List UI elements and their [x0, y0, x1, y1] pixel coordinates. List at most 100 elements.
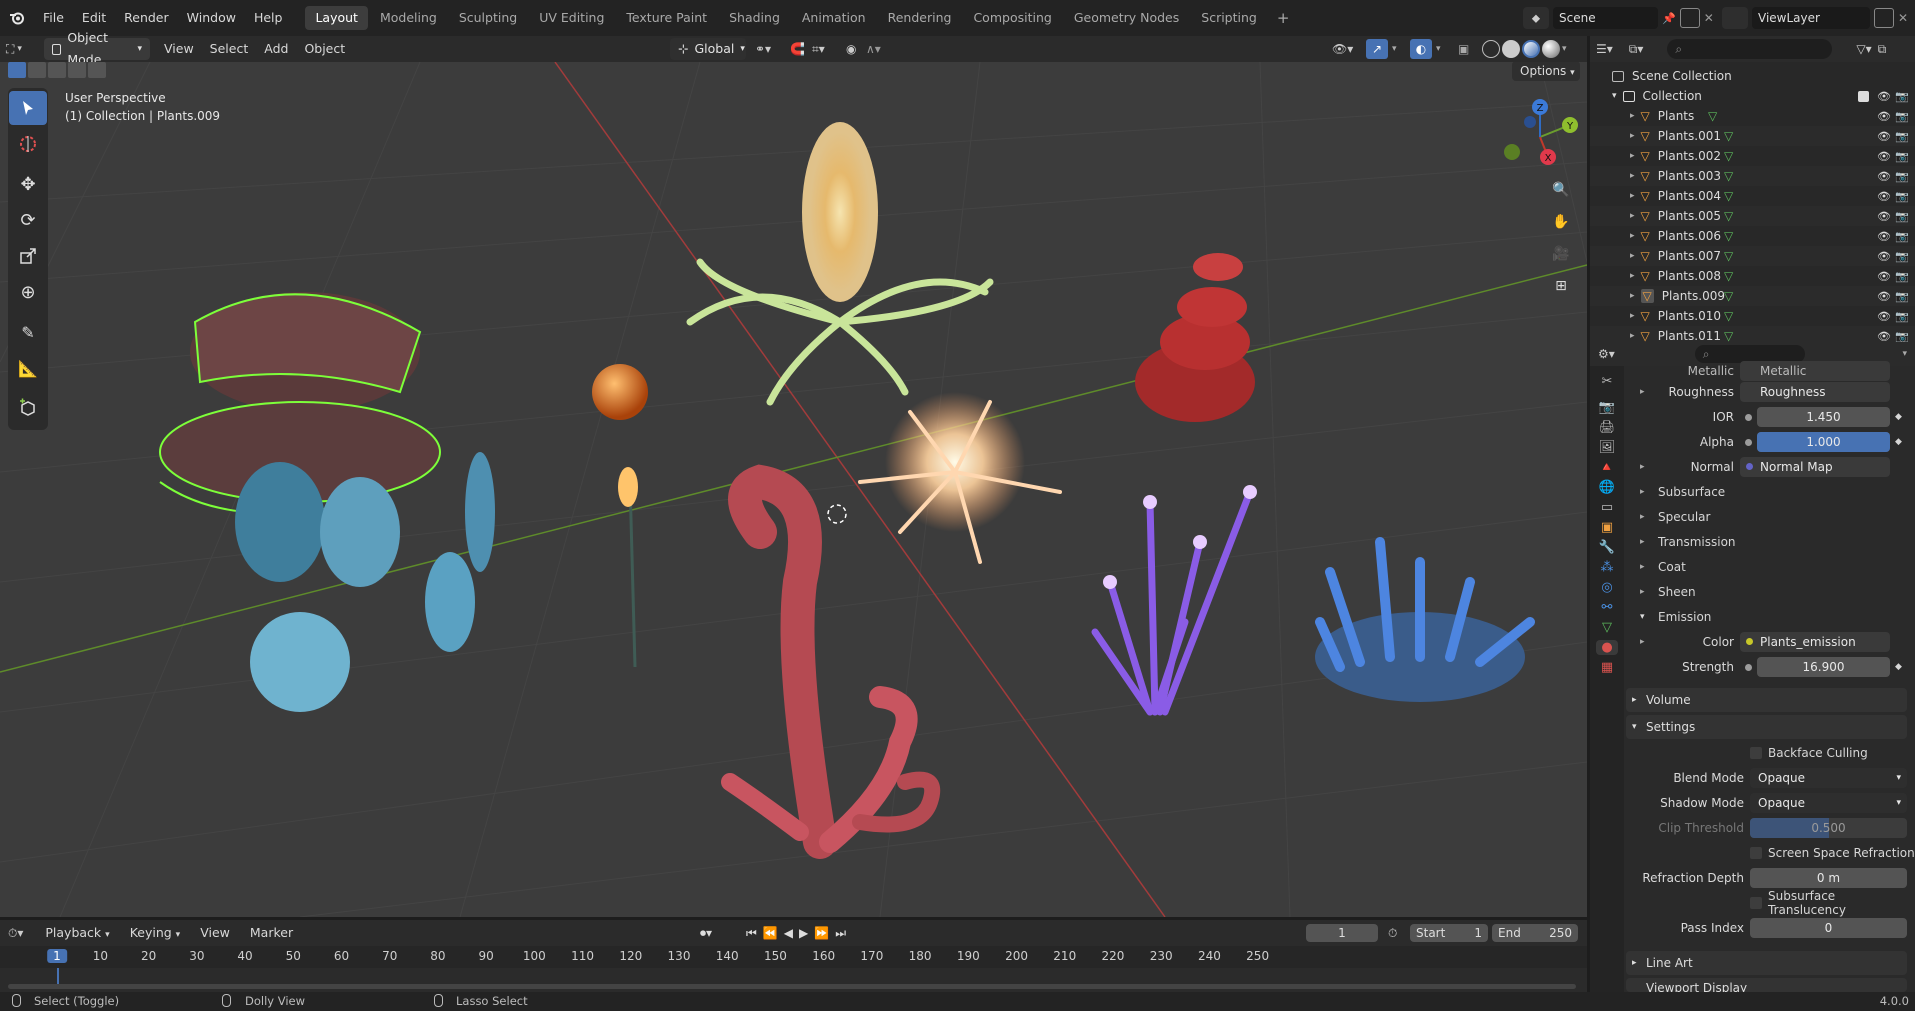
- eye-icon[interactable]: 👁: [1877, 110, 1891, 123]
- strength-field[interactable]: 16.900: [1757, 657, 1890, 677]
- outliner-object-row[interactable]: ▸ ▽ Plants.009 ▽ 👁 📷: [1590, 286, 1915, 306]
- expand-icon[interactable]: ▸: [1630, 231, 1635, 241]
- outliner-search-input[interactable]: ⌕: [1667, 39, 1833, 59]
- expand-icon[interactable]: ▸: [1640, 562, 1645, 572]
- new-scene-icon[interactable]: [1679, 8, 1700, 28]
- include-checkbox[interactable]: [1858, 90, 1869, 102]
- volume-panel[interactable]: ▸ Volume: [1626, 688, 1907, 712]
- mesh-data-icon[interactable]: ▽: [1724, 309, 1733, 323]
- mesh-data-icon[interactable]: ▽: [1708, 109, 1717, 123]
- expand-icon[interactable]: ▸: [1630, 251, 1635, 261]
- current-frame-marker[interactable]: 1: [47, 949, 67, 963]
- keying-menu[interactable]: Keying ▾: [122, 922, 189, 944]
- xray-icon[interactable]: ▣: [1458, 42, 1469, 56]
- select-intersect-icon[interactable]: [88, 62, 106, 78]
- expand-icon[interactable]: ▸: [1630, 191, 1635, 201]
- mesh-data-icon[interactable]: ▽: [1724, 189, 1733, 203]
- add-workspace-icon[interactable]: +: [1269, 9, 1298, 27]
- mode-dropdown[interactable]: Object Mode ▾: [44, 30, 150, 67]
- scale-tool-icon[interactable]: [9, 239, 47, 273]
- viewlayer-field[interactable]: ViewLayer: [1752, 7, 1870, 29]
- roughness-field[interactable]: Roughness: [1740, 382, 1890, 402]
- view-menu[interactable]: View: [156, 38, 202, 60]
- refraction-depth-field[interactable]: 0 m: [1750, 868, 1907, 888]
- eye-icon[interactable]: 👁: [1877, 290, 1891, 303]
- render-camera-icon[interactable]: 📷: [1895, 170, 1909, 183]
- mesh-data-icon[interactable]: ▽: [1724, 149, 1733, 163]
- filter-icon[interactable]: ▽▾: [1856, 42, 1871, 56]
- tab-sculpting[interactable]: Sculpting: [449, 6, 527, 30]
- play-icon[interactable]: ▶: [799, 926, 808, 941]
- end-frame-field[interactable]: End 250: [1492, 924, 1578, 942]
- render-camera-icon[interactable]: 📷: [1895, 130, 1909, 143]
- eye-icon[interactable]: 👁: [1877, 190, 1891, 203]
- pass-index-field[interactable]: 0: [1750, 918, 1907, 938]
- pin-icon[interactable]: 📌: [1662, 12, 1676, 25]
- select-extend-icon[interactable]: [28, 62, 46, 78]
- delete-viewlayer-icon[interactable]: ✕: [1898, 11, 1908, 25]
- select-invert-icon[interactable]: [68, 62, 86, 78]
- blend-mode-dropdown[interactable]: Opaque ▾: [1750, 768, 1907, 788]
- expand-icon[interactable]: ▸: [1630, 211, 1635, 221]
- render-camera-icon[interactable]: 📷: [1895, 90, 1909, 103]
- outliner-object-row[interactable]: ▸ ▽ Plants.007 ▽ 👁 📷: [1590, 246, 1915, 266]
- section-row-subsurface[interactable]: ▸ Subsurface: [1590, 481, 1915, 503]
- render-camera-icon[interactable]: 📷: [1895, 330, 1909, 343]
- render-camera-icon[interactable]: 📷: [1895, 290, 1909, 303]
- snap-target-icon[interactable]: ⌗▾: [812, 42, 825, 57]
- expand-icon[interactable]: ▸: [1630, 171, 1635, 181]
- wireframe-shading-icon[interactable]: [1482, 40, 1500, 58]
- cursor-tool-icon[interactable]: [9, 127, 47, 161]
- select-box-tool-icon[interactable]: [9, 91, 47, 125]
- keyframe-dot-icon[interactable]: ◆: [1895, 412, 1902, 422]
- playback-menu[interactable]: Playback ▾: [37, 922, 117, 944]
- expand-icon[interactable]: ▸: [1640, 462, 1645, 472]
- section-row-coat[interactable]: ▸ Coat: [1590, 556, 1915, 578]
- rendered-shading-icon[interactable]: [1542, 40, 1560, 58]
- expand-icon[interactable]: ▸: [1630, 331, 1635, 341]
- section-row-transmission[interactable]: ▸ Transmission: [1590, 531, 1915, 553]
- emission-row[interactable]: ▾ Emission: [1590, 606, 1915, 628]
- timeline-view-menu[interactable]: View: [192, 922, 238, 944]
- expand-icon[interactable]: ▸: [1640, 512, 1645, 522]
- expand-icon[interactable]: ▸: [1630, 131, 1635, 141]
- current-frame-field[interactable]: 1: [1306, 924, 1378, 942]
- proportional-edit-icon[interactable]: ◉: [846, 42, 856, 56]
- expand-icon[interactable]: ▸: [1640, 587, 1645, 597]
- tab-scripting[interactable]: Scripting: [1191, 6, 1267, 30]
- render-camera-icon[interactable]: 📷: [1895, 270, 1909, 283]
- mesh-data-icon[interactable]: ▽: [1724, 289, 1733, 303]
- socket-icon[interactable]: [1745, 413, 1752, 421]
- blender-logo-icon[interactable]: [0, 10, 34, 26]
- keyframe-dot-icon[interactable]: ◆: [1895, 437, 1902, 447]
- render-camera-icon[interactable]: 📷: [1895, 230, 1909, 243]
- outliner-object-row[interactable]: ▸ ▽ Plants.010 ▽ 👁 📷: [1590, 306, 1915, 326]
- socket-icon[interactable]: [1745, 663, 1752, 671]
- tab-compositing[interactable]: Compositing: [963, 6, 1061, 30]
- record-icon[interactable]: ⏺▾: [700, 926, 712, 941]
- normal-field[interactable]: Normal Map: [1740, 457, 1890, 477]
- collapse-icon[interactable]: ▾: [1640, 612, 1645, 622]
- expand-icon[interactable]: ▸: [1630, 271, 1635, 281]
- ssr-checkbox[interactable]: [1750, 847, 1762, 859]
- mesh-data-icon[interactable]: ▽: [1724, 209, 1733, 223]
- outliner-object-row[interactable]: ▸ ▽ Plants.005 ▽ 👁 📷: [1590, 206, 1915, 226]
- eye-icon[interactable]: 👁: [1877, 210, 1891, 223]
- eye-icon[interactable]: 👁: [1877, 230, 1891, 243]
- overlay-toggle-icon[interactable]: ◐: [1410, 39, 1432, 59]
- perspective-grid-icon[interactable]: ⊞: [1548, 273, 1574, 299]
- menu-help[interactable]: Help: [245, 0, 292, 36]
- section-row-specular[interactable]: ▸ Specular: [1590, 506, 1915, 528]
- prev-keyframe-icon[interactable]: ⏪: [763, 926, 778, 941]
- outliner-object-row[interactable]: ▸ ▽ Plants.001 ▽ 👁 📷: [1590, 126, 1915, 146]
- render-camera-icon[interactable]: 📷: [1895, 150, 1909, 163]
- options-dropdown[interactable]: Options ▾: [1512, 62, 1580, 81]
- camera-icon[interactable]: 🎥: [1548, 241, 1574, 267]
- new-collection-icon[interactable]: ⧉: [1878, 42, 1887, 57]
- snap-icon[interactable]: 🧲: [790, 42, 805, 56]
- settings-panel[interactable]: ▾ Settings: [1626, 715, 1907, 739]
- tab-modeling[interactable]: Modeling: [370, 6, 447, 30]
- chevron-down-icon[interactable]: ▾: [1902, 349, 1907, 359]
- expand-icon[interactable]: ▸: [1630, 291, 1635, 301]
- sst-checkbox[interactable]: [1750, 897, 1762, 909]
